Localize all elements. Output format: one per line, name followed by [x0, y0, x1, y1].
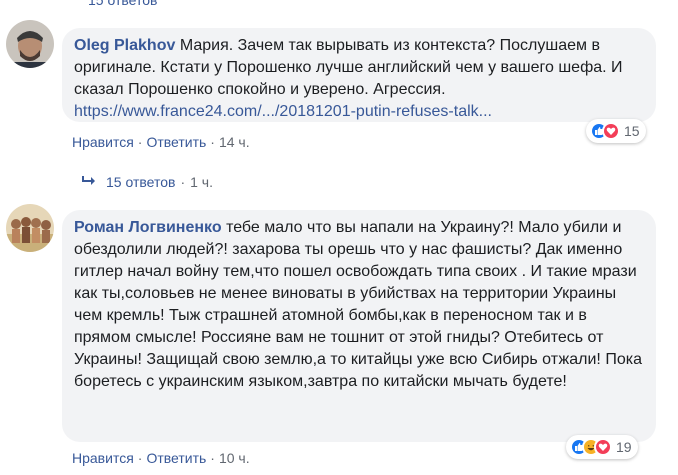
- comment-author[interactable]: Роман Логвиненко: [74, 219, 222, 236]
- reaction-summary-1[interactable]: 15: [586, 119, 646, 143]
- avatar-image: [6, 204, 54, 252]
- comment-time[interactable]: 14 ч.: [219, 134, 250, 150]
- previous-replies-label: 15 ответов: [88, 0, 158, 8]
- comment-author[interactable]: Oleg Plakhov: [74, 37, 175, 54]
- comment-link[interactable]: https://www.france24.com/.../20181201-pu…: [74, 103, 492, 120]
- separator-dot: ·: [137, 134, 143, 150]
- reaction-count: 19: [616, 439, 632, 455]
- like-link[interactable]: Нравится: [72, 134, 134, 150]
- avatar-image: [6, 20, 54, 68]
- love-reaction-icon: [602, 122, 620, 140]
- avatar-oleg[interactable]: [6, 20, 54, 68]
- reaction-summary-2[interactable]: 19: [566, 435, 638, 459]
- reaction-count: 15: [624, 123, 640, 139]
- love-reaction-icon: [594, 438, 612, 456]
- comment-bubble-2: Роман Логвиненко тебе мало что вы напали…: [62, 210, 656, 442]
- reply-arrow-icon: [80, 174, 96, 190]
- separator-dot: ·: [137, 450, 143, 466]
- replies-count: 15 ответов: [106, 174, 176, 190]
- separator-dot: ·: [180, 174, 186, 190]
- replies-time: 1 ч.: [190, 174, 213, 190]
- reply-link[interactable]: Ответить: [146, 450, 206, 466]
- comment-actions-2: Нравится · Ответить · 10 ч.: [72, 450, 250, 466]
- view-replies-link[interactable]: 15 ответов · 1 ч.: [80, 174, 213, 190]
- reply-link[interactable]: Ответить: [146, 134, 206, 150]
- comment-actions-1: Нравится · Ответить · 14 ч.: [72, 134, 250, 150]
- separator-dot: ·: [210, 450, 215, 466]
- comment-bubble-1: Oleg Plakhov Мария. Зачем так вырывать и…: [62, 28, 656, 122]
- comment-text: тебе мало что вы напали на Украину?! Мал…: [74, 219, 642, 390]
- comment-time[interactable]: 10 ч.: [219, 450, 250, 466]
- like-link[interactable]: Нравится: [72, 450, 134, 466]
- avatar-roman[interactable]: [6, 204, 54, 252]
- separator-dot: ·: [210, 134, 215, 150]
- previous-replies-link[interactable]: 15 ответов: [88, 0, 157, 8]
